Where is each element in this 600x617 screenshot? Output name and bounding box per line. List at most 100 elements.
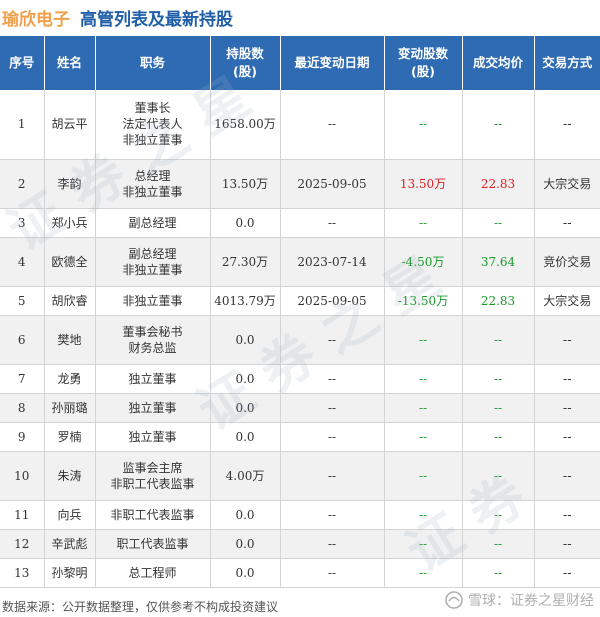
cell-price: -- [462, 315, 535, 365]
header-change-line2: (股) [411, 64, 435, 79]
header-method: 交易方式 [534, 36, 600, 90]
role-line: 非职工代表监事 [110, 507, 195, 522]
cell-role: 独立董事 [95, 422, 211, 452]
cell-method: -- [534, 500, 600, 530]
cell-shares: 0.0 [210, 364, 281, 394]
cell-name: 向兵 [44, 500, 96, 530]
cell-date: 2025-09-05 [280, 286, 385, 316]
cell-date: -- [280, 364, 385, 394]
cell-change: -- [384, 90, 463, 160]
role-line: 副总经理 [128, 246, 177, 261]
table-row: 12 辛武彪 职工代表监事 0.0 -- -- -- -- [0, 529, 600, 559]
cell-name: 孙丽璐 [44, 393, 96, 423]
cell-name: 孙黎明 [44, 558, 96, 588]
role-line: 独立董事 [128, 429, 177, 444]
cell-change: -- [384, 451, 463, 501]
table-row: 8 孙丽璐 独立董事 0.0 -- -- -- -- [0, 393, 600, 423]
header-price: 成交均价 [462, 36, 535, 90]
cell-name: 胡欣睿 [44, 286, 96, 316]
header-seq: 序号 [0, 36, 45, 90]
cell-shares: 0.0 [210, 558, 281, 588]
cell-change: -- [384, 422, 463, 452]
cell-role: 监事会主席 非职工代表监事 [95, 451, 211, 501]
role-line: 非职工代表监事 [110, 476, 195, 491]
role-line: 法定代表人 [122, 117, 183, 132]
table-row: 6 樊地 董事会秘书 财务总监 0.0 -- -- -- -- [0, 315, 600, 365]
cell-shares: 0.0 [210, 422, 281, 452]
cell-role: 副总经理 非独立董事 [95, 237, 211, 287]
role-line: 总工程师 [128, 565, 177, 580]
cell-date: -- [280, 529, 385, 559]
cell-change: -13.50万 [384, 286, 463, 316]
role-line: 非独立董事 [122, 133, 183, 148]
table-row: 10 朱涛 监事会主席 非职工代表监事 4.00万 -- -- -- -- [0, 451, 600, 501]
cell-role: 独立董事 [95, 393, 211, 423]
cell-seq: 11 [0, 500, 45, 530]
data-source-note: 数据来源：公开数据整理，仅供参考不构成投资建议 [2, 600, 279, 614]
cell-seq: 2 [0, 159, 45, 209]
cell-shares: 0.0 [210, 500, 281, 530]
cell-method: -- [534, 364, 600, 394]
role-line: 独立董事 [128, 400, 177, 415]
cell-date: -- [280, 90, 385, 160]
table-row: 13 孙黎明 总工程师 0.0 -- -- -- -- [0, 558, 600, 588]
cell-method: -- [534, 422, 600, 452]
snowball-logo-icon [445, 591, 463, 609]
header-change: 变动股数 (股) [384, 36, 463, 90]
cell-date: -- [280, 422, 385, 452]
cell-price: -- [462, 364, 535, 394]
cell-role: 非独立董事 [95, 286, 211, 316]
cell-date: 2025-09-05 [280, 159, 385, 209]
cell-method: -- [534, 315, 600, 365]
company-name: 瑜欣电子 [2, 9, 70, 30]
cell-role: 副总经理 [95, 208, 211, 238]
table-row: 11 向兵 非职工代表监事 0.0 -- -- -- -- [0, 500, 600, 530]
executive-table: 序号 姓名 职务 持股数 (股) 最近变动日期 变动股数 (股) 成交均价 交易方式… [0, 36, 600, 588]
role-line: 总经理 [134, 168, 171, 183]
cell-price: 22.83 [462, 159, 535, 209]
cell-method: -- [534, 208, 600, 238]
cell-shares: 27.30万 [210, 237, 281, 287]
cell-price: 37.64 [462, 237, 535, 287]
table-row: 1 胡云平 董事长 法定代表人 非独立董事 1658.00万 -- -- -- -- [0, 90, 600, 160]
cell-price: -- [462, 393, 535, 423]
cell-seq: 6 [0, 315, 45, 365]
cell-name: 李韵 [44, 159, 96, 209]
cell-change: -4.50万 [384, 237, 463, 287]
cell-price: -- [462, 500, 535, 530]
cell-role: 董事长 法定代表人 非独立董事 [95, 90, 211, 160]
cell-change: -- [384, 558, 463, 588]
cell-seq: 4 [0, 237, 45, 287]
cell-seq: 9 [0, 422, 45, 452]
cell-seq: 10 [0, 451, 45, 501]
page-title: 高管列表及最新持股 [80, 9, 233, 30]
cell-role: 非职工代表监事 [95, 500, 211, 530]
cell-date: -- [280, 208, 385, 238]
cell-change: -- [384, 393, 463, 423]
cell-shares: 4.00万 [210, 451, 281, 501]
role-line: 财务总监 [128, 340, 177, 355]
table-row: 2 李韵 总经理 非独立董事 13.50万 2025-09-05 13.50万 22.83 大宗… [0, 159, 600, 209]
cell-price: -- [462, 90, 535, 160]
header-role: 职务 [95, 36, 211, 90]
cell-name: 郑小兵 [44, 208, 96, 238]
role-line: 职工代表监事 [116, 536, 189, 551]
cell-method: -- [534, 393, 600, 423]
cell-price: -- [462, 451, 535, 501]
cell-method: 竞价交易 [534, 237, 600, 287]
footer-brand: 雪球：证券之星财经 [444, 590, 594, 610]
cell-shares: 0.0 [210, 208, 281, 238]
cell-method: -- [534, 90, 600, 160]
cell-method: 大宗交易 [534, 159, 600, 209]
cell-price: 22.83 [462, 286, 535, 316]
cell-role: 总工程师 [95, 558, 211, 588]
cell-name: 龙勇 [44, 364, 96, 394]
role-line: 非独立董事 [122, 293, 183, 308]
cell-date: 2023-07-14 [280, 237, 385, 287]
cell-change: -- [384, 529, 463, 559]
cell-name: 欧德全 [44, 237, 96, 287]
header-name: 姓名 [44, 36, 96, 90]
cell-seq: 13 [0, 558, 45, 588]
cell-name: 辛武彪 [44, 529, 96, 559]
footer-brand-text: 雪球：证券之星财经 [468, 593, 594, 609]
